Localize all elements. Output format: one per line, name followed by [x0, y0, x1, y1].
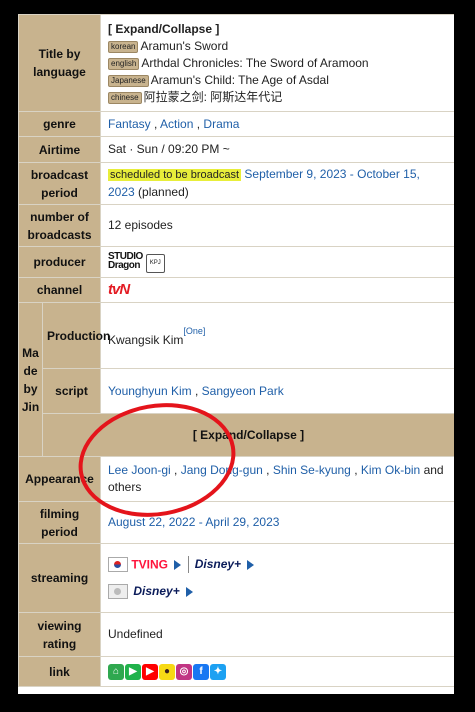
title-text: Aramun's Sword	[140, 38, 229, 53]
scheduled-badge: scheduled to be broadcast	[108, 169, 242, 181]
production-header: Production	[42, 302, 110, 369]
airtime-value: Sat · Sun / 09:20 PM ~	[100, 136, 454, 163]
title-row-english: english Arthdal Chronicles: The Sword of …	[108, 55, 447, 72]
cast-link[interactable]: Shin Se-kyung	[273, 463, 351, 477]
arrow-right-icon	[174, 559, 182, 570]
episodes-header: number of broadcasts	[18, 204, 101, 247]
link-cell: ⌂ ▶ ▶ ● ◎ f ✦	[100, 656, 454, 687]
filming-period-header: filming period	[18, 501, 101, 544]
disney-plus-logo[interactable]: Disney+	[187, 556, 241, 573]
cast-expand-collapse-toggle[interactable]: [ Expand/Collapse ]	[42, 413, 454, 457]
filming-period-cell: August 22, 2022 - April 29, 2023	[100, 501, 454, 544]
channel-cell: tvN	[100, 277, 454, 303]
korea-flag-icon	[108, 557, 128, 572]
title-by-language-header: Title by language	[18, 14, 101, 112]
genre-header: genre	[18, 111, 101, 137]
genre-link[interactable]: Drama	[203, 117, 239, 131]
expand-collapse-toggle[interactable]: [ Expand/Collapse ]	[108, 21, 447, 38]
viewing-rating-value: Undefined	[100, 612, 454, 657]
play-icon[interactable]: ▶	[125, 663, 141, 680]
language-tag: korean	[108, 40, 139, 53]
production-footnote[interactable]: [One]	[183, 326, 205, 336]
title-row-japanese: Japanese Aramun's Child: The Age of Asdal	[108, 72, 447, 89]
streaming-cell: TVING Disney+ Disney+	[100, 543, 454, 613]
producer-cell: STUDIO Dragon KPJ	[100, 246, 454, 278]
script-header: script	[42, 368, 101, 414]
cast-link[interactable]: Jang Dong-gun	[181, 463, 263, 477]
streaming-header: streaming	[18, 543, 101, 613]
world-map-icon	[108, 584, 128, 600]
instagram-icon[interactable]: ◎	[176, 663, 192, 680]
language-tag: Japanese	[108, 74, 149, 87]
appearance-cell: Lee Joon-gi , Jang Dong-gun , Shin Se-ky…	[100, 456, 454, 502]
youtube-icon[interactable]: ▶	[142, 663, 158, 680]
airtime-header: Airtime	[18, 136, 101, 163]
filming-dates-link[interactable]: August 22, 2022 - April 29, 2023	[108, 515, 279, 529]
title-text: Aramun's Child: The Age of Asdal	[150, 72, 329, 87]
genre-cell: Fantasy , Action , Drama	[100, 111, 454, 137]
cast-link[interactable]: Kim Ok-bin	[361, 463, 420, 477]
tving-logo[interactable]: TVING	[131, 557, 168, 571]
episodes-value: 12 episodes	[100, 204, 454, 247]
arrow-right-icon	[247, 559, 255, 570]
broadcast-period-cell: scheduled to be broadcast September 9, 2…	[100, 162, 454, 205]
title-by-language-cell: [ Expand/Collapse ] korean Aramun's Sword…	[100, 14, 454, 112]
logo-line-2: Dragon	[108, 259, 141, 271]
title-text: Arthdal Chronicles: The Sword of Aramoon	[141, 55, 369, 70]
genre-link[interactable]: Action	[160, 117, 193, 131]
production-value: Kwangsik Kim	[108, 332, 184, 347]
kpj-logo[interactable]: KPJ	[145, 253, 165, 273]
arrow-right-icon	[186, 586, 194, 597]
title-text: 阿拉蒙之剑: 阿斯达年代记	[143, 89, 283, 104]
appearance-header: Appearance	[18, 456, 101, 502]
genre-link[interactable]: Fantasy	[108, 117, 151, 131]
cast-link[interactable]: Lee Joon-gi	[108, 463, 171, 477]
language-tag: chinese	[108, 91, 142, 104]
broadcast-period-header: broadcast period	[18, 162, 101, 205]
twitter-icon[interactable]: ✦	[210, 663, 226, 680]
production-cell: Kwangsik Kim[One]	[100, 302, 454, 369]
facebook-icon[interactable]: f	[193, 663, 209, 680]
link-header: link	[18, 656, 101, 687]
writer-link[interactable]: Younghyun Kim	[108, 384, 192, 398]
streaming-row-global: Disney+	[108, 583, 447, 600]
disney-plus-logo[interactable]: Disney+	[131, 583, 179, 600]
made-by-header: Made by Jin	[18, 302, 43, 457]
title-row-korean: korean Aramun's Sword	[108, 38, 447, 55]
language-tag: english	[108, 57, 140, 70]
viewing-rating-header: viewing rating	[18, 612, 101, 657]
streaming-row-korea: TVING Disney+	[108, 556, 447, 573]
drama-info-table: Title by language [ Expand/Collapse ] ko…	[18, 14, 454, 694]
kakao-icon[interactable]: ●	[159, 663, 175, 680]
writer-link[interactable]: Sangyeon Park	[202, 384, 284, 398]
studio-dragon-logo[interactable]: STUDIO Dragon	[108, 251, 143, 271]
broadcast-note: (planned)	[138, 185, 189, 199]
tvn-logo[interactable]: tvN	[108, 281, 130, 298]
home-icon[interactable]: ⌂	[108, 663, 124, 680]
channel-header: channel	[18, 277, 101, 303]
script-cell: Younghyun Kim , Sangyeon Park	[100, 368, 454, 414]
producer-header: producer	[18, 246, 101, 278]
title-row-chinese: chinese 阿拉蒙之剑: 阿斯达年代记	[108, 89, 447, 106]
